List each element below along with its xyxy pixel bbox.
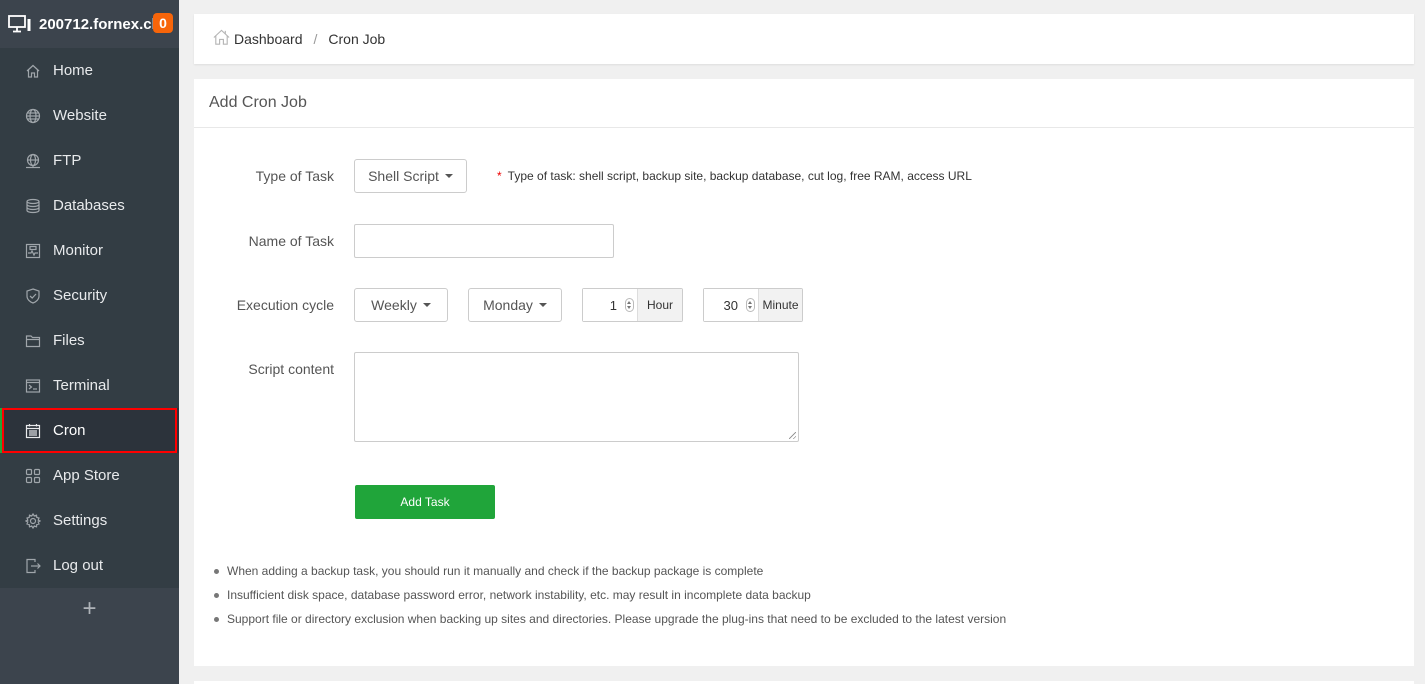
sidebar-item-monitor[interactable]: Monitor — [0, 228, 179, 273]
shield-icon — [25, 287, 41, 304]
chevron-down-icon — [422, 303, 431, 307]
sidebar-item-label: Security — [53, 287, 108, 304]
spinner-icon[interactable] — [625, 298, 634, 312]
type-of-task-label: Type of Task — [255, 168, 334, 184]
spinner-icon[interactable] — [746, 298, 755, 312]
script-content-label: Script content — [248, 361, 334, 377]
script-content-textarea[interactable] — [354, 352, 799, 442]
sidebar-item-label: Terminal — [53, 377, 110, 394]
bullet-icon — [214, 592, 219, 598]
gear-icon — [25, 512, 41, 529]
sidebar-item-app-store[interactable]: App Store — [0, 453, 179, 498]
sidebar-item-logout[interactable]: Log out — [0, 543, 179, 588]
execution-cycle-label: Execution cycle — [236, 297, 334, 313]
sidebar-item-label: Cron — [53, 422, 86, 439]
terminal-icon — [25, 378, 41, 394]
add-sidebar-item-button[interactable]: + — [0, 588, 179, 630]
hour-unit: Hour — [637, 289, 682, 321]
sidebar-item-label: Settings — [53, 512, 108, 529]
home-icon — [25, 63, 41, 79]
sidebar-item-label: Databases — [53, 197, 125, 214]
name-of-task-input[interactable] — [354, 224, 614, 258]
sidebar-item-label: Home — [53, 62, 94, 79]
breadcrumb: Dashboard / Cron Job — [194, 14, 1414, 64]
server-hostname: 200712.fornex.cloud — [39, 15, 155, 33]
resize-handle-icon[interactable] — [789, 432, 796, 439]
folder-icon — [25, 333, 41, 349]
minute-input[interactable]: 30 — [704, 289, 758, 321]
sidebar-item-settings[interactable]: Settings — [0, 498, 179, 543]
sidebar-item-label: Log out — [53, 557, 104, 574]
bullet-icon — [214, 568, 219, 574]
globe-icon — [25, 108, 41, 124]
home-icon[interactable] — [212, 28, 234, 50]
tip-text: Support file or directory exclusion when… — [227, 612, 1007, 626]
sidebar-item-label: Website — [53, 107, 107, 124]
add-cron-job-panel: Add Cron Job Type of Task Shell Script *… — [194, 79, 1414, 666]
minute-value: 30 — [723, 297, 738, 313]
hour-input[interactable]: 1 — [583, 289, 637, 321]
logout-icon — [25, 558, 41, 574]
sidebar-header: 200712.fornex.cloud 0 — [0, 0, 179, 48]
breadcrumb-dashboard-link[interactable]: Dashboard — [234, 31, 303, 47]
calendar-icon — [25, 423, 41, 439]
tip-text: Insufficient disk space, database passwo… — [227, 588, 811, 602]
required-star: * — [497, 169, 502, 183]
notification-badge[interactable]: 0 — [153, 13, 173, 33]
chevron-down-icon — [538, 303, 547, 307]
breadcrumb-current: Cron Job — [328, 31, 386, 47]
hour-input-group: 1 Hour — [582, 288, 683, 322]
sidebar-item-label: FTP — [53, 152, 82, 169]
minute-input-group: 30 Minute — [703, 288, 803, 322]
bullet-icon — [214, 616, 219, 622]
sidebar-item-label: Files — [53, 332, 85, 349]
chevron-down-icon — [444, 174, 453, 178]
tip-text: When adding a backup task, you should ru… — [227, 564, 764, 578]
hint-text: Type of task: shell script, backup site,… — [507, 169, 972, 183]
apps-grid-icon — [25, 468, 41, 484]
sidebar-item-terminal[interactable]: Terminal — [0, 363, 179, 408]
cycle-period-dropdown[interactable]: Weekly — [354, 288, 448, 322]
type-of-task-value: Shell Script — [368, 168, 439, 184]
type-of-task-dropdown[interactable]: Shell Script — [354, 159, 467, 193]
list-item: Insufficient disk space, database passwo… — [214, 583, 1006, 607]
server-monitor-icon — [8, 15, 31, 33]
database-icon — [25, 198, 41, 214]
name-of-task-label: Name of Task — [248, 233, 334, 249]
sidebar-item-security[interactable]: Security — [0, 273, 179, 318]
panel-title: Add Cron Job — [194, 79, 1414, 128]
cycle-period-value: Weekly — [371, 297, 417, 313]
sidebar-item-website[interactable]: Website — [0, 93, 179, 138]
ftp-icon — [25, 153, 41, 169]
sidebar-item-databases[interactable]: Databases — [0, 183, 179, 228]
sidebar-item-home[interactable]: Home — [0, 48, 179, 93]
sidebar-item-label: Monitor — [53, 242, 104, 259]
add-task-button[interactable]: Add Task — [355, 485, 495, 519]
type-of-task-hint: * Type of task: shell script, backup site… — [497, 169, 972, 183]
sidebar-item-ftp[interactable]: FTP — [0, 138, 179, 183]
list-item: Support file or directory exclusion when… — [214, 607, 1006, 631]
sidebar-item-label: App Store — [53, 467, 120, 484]
tips-list: When adding a backup task, you should ru… — [214, 559, 1006, 631]
cycle-day-value: Monday — [483, 297, 533, 313]
sidebar-item-cron[interactable]: Cron — [0, 408, 179, 453]
cycle-day-dropdown[interactable]: Monday — [468, 288, 562, 322]
minute-unit: Minute — [758, 289, 802, 321]
breadcrumb-separator: / — [313, 31, 318, 47]
monitor-icon — [25, 243, 41, 259]
sidebar-menu: Home Website FTP Databases Monitor Secur… — [0, 48, 179, 588]
hour-value: 1 — [609, 297, 617, 313]
sidebar-item-files[interactable]: Files — [0, 318, 179, 363]
list-item: When adding a backup task, you should ru… — [214, 559, 1006, 583]
sidebar: 200712.fornex.cloud 0 Home Website FTP D… — [0, 0, 179, 684]
